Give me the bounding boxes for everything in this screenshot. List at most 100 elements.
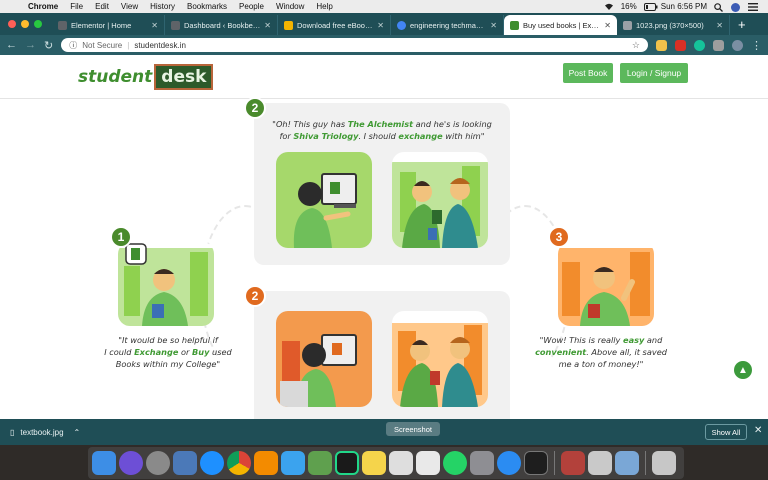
profile-avatar-icon[interactable] (732, 39, 743, 51)
tab-favicon-icon (171, 20, 180, 30)
bookmark-star-icon[interactable]: ☆ (632, 40, 640, 51)
notification-center-icon[interactable] (748, 2, 758, 11)
image-capture-icon[interactable] (615, 451, 639, 475)
step-2b-badge: 2 (244, 285, 266, 307)
address-separator: | (127, 40, 130, 50)
chrome-menu-icon[interactable]: ⋮ (751, 39, 762, 52)
step-2a-quote: "Oh! This guy has The Alchemist and he's… (272, 119, 492, 141)
menu-view[interactable]: View (115, 2, 144, 11)
clock[interactable]: Sun 6:56 PM (661, 2, 707, 11)
tab-title: Buy used books | Exchang (523, 20, 600, 30)
spotlight-search-icon[interactable] (714, 2, 724, 12)
preview-icon[interactable] (173, 451, 197, 475)
step-1-quote: "It would be so helpful if I could Excha… (104, 335, 232, 369)
close-window-button[interactable] (8, 20, 16, 28)
illustration-browsing-laptop (276, 152, 372, 248)
menu-file[interactable]: File (64, 2, 89, 11)
macos-menu-bar: Chrome File Edit View History Bookmarks … (0, 0, 768, 13)
menu-people[interactable]: People (233, 2, 270, 11)
extension-tool-icon[interactable] (713, 39, 724, 51)
security-label[interactable]: Not Secure (82, 41, 122, 50)
tab-elementor[interactable]: Elementor | Home ✕ (52, 15, 165, 35)
menu-bookmarks[interactable]: Bookmarks (181, 2, 233, 11)
dock-separator (554, 451, 555, 475)
tab-title: engineering techmax boo (410, 20, 487, 30)
chevron-up-icon[interactable]: ⌃ (74, 428, 81, 437)
tab-favicon-icon (623, 20, 632, 30)
tab-close-icon[interactable]: ✕ (604, 21, 611, 30)
minimize-window-button[interactable] (21, 20, 29, 28)
tab-close-icon[interactable]: ✕ (377, 21, 384, 30)
post-book-button[interactable]: Post Book (563, 63, 613, 83)
tab-download-ebooks[interactable]: Download free eBooks a ✕ (278, 15, 391, 35)
trash-icon[interactable] (652, 451, 676, 475)
extension-adblock-icon[interactable] (675, 39, 686, 51)
extension-pen-icon[interactable] (656, 39, 667, 51)
back-arrow-icon[interactable]: ← (6, 39, 17, 51)
tab-google-search[interactable]: engineering techmax boo ✕ (391, 15, 504, 35)
step-2a-badge: 2 (244, 97, 266, 119)
dock-tooltip: Screenshot (386, 422, 440, 436)
tab-close-icon[interactable]: ✕ (490, 21, 497, 30)
screenshot-icon[interactable] (416, 451, 440, 475)
tab-title: Dashboard ‹ Bookbecho. (184, 20, 261, 30)
menu-help[interactable]: Help (310, 2, 338, 11)
sublime-icon[interactable] (254, 451, 278, 475)
pycharm-icon[interactable] (335, 451, 359, 475)
illustration-book-exchange-orange (392, 311, 488, 407)
site-header: student desk Post Book Login / Signup (0, 55, 768, 99)
tab-title: 1023.png (370×500) (636, 20, 704, 30)
launchpad-icon[interactable] (146, 451, 170, 475)
menu-app-name[interactable]: Chrome (22, 2, 64, 11)
forward-arrow-icon[interactable]: → (25, 39, 36, 51)
menu-extras: 16% Sun 6:56 PM (604, 2, 768, 12)
safari-icon[interactable] (200, 451, 224, 475)
sequel-pro-icon[interactable] (588, 451, 612, 475)
extension-grammarly-icon[interactable] (694, 39, 705, 51)
tab-close-icon[interactable]: ✕ (151, 21, 158, 30)
xcode-icon[interactable] (281, 451, 305, 475)
download-item[interactable]: ▯ textbook.jpg ⌃ (0, 428, 120, 437)
reload-icon[interactable]: ↻ (44, 39, 53, 52)
url-text[interactable]: studentdesk.in (134, 41, 186, 50)
terminal-icon[interactable] (524, 451, 548, 475)
whatsapp-icon[interactable] (443, 451, 467, 475)
tab-close-icon[interactable]: ✕ (264, 21, 271, 30)
site-logo[interactable]: student desk (78, 64, 214, 90)
notes-icon[interactable] (362, 451, 386, 475)
close-downloads-icon[interactable]: ✕ (754, 425, 762, 436)
file-icon: ▯ (10, 427, 15, 437)
app-store-icon[interactable] (497, 451, 521, 475)
tab-title: Download free eBooks a (297, 20, 374, 30)
tab-image-1023[interactable]: 1023.png (370×500) ✕ (617, 15, 730, 35)
system-preferences-icon[interactable] (470, 451, 494, 475)
tab-dashboard[interactable]: Dashboard ‹ Bookbecho. ✕ (165, 15, 278, 35)
dictionary-icon[interactable] (561, 451, 585, 475)
chrome-icon[interactable] (227, 451, 251, 475)
finder-icon[interactable] (92, 451, 116, 475)
wifi-icon[interactable] (604, 3, 614, 11)
macos-dock (88, 447, 684, 479)
login-signup-button[interactable]: Login / Signup (620, 63, 688, 83)
tab-studentdesk-active[interactable]: Buy used books | Exchang ✕ (504, 15, 617, 35)
info-icon[interactable]: ⓘ (69, 40, 77, 51)
menu-window[interactable]: Window (270, 2, 310, 11)
user-avatar-icon[interactable] (731, 2, 741, 12)
photos-icon[interactable] (389, 451, 413, 475)
downloads-bar: ▯ textbook.jpg ⌃ Show All ✕ (0, 419, 768, 445)
scroll-to-top-button[interactable]: ▲ (734, 361, 752, 379)
menu-history[interactable]: History (144, 2, 181, 11)
dock-separator (645, 451, 646, 475)
logo-text-desk: desk (154, 64, 214, 90)
tab-close-icon[interactable]: ✕ (716, 21, 723, 30)
zoom-window-button[interactable] (34, 20, 42, 28)
step-1-badge: 1 (110, 226, 132, 248)
siri-icon[interactable] (119, 451, 143, 475)
menu-edit[interactable]: Edit (89, 2, 115, 11)
battery-percent[interactable]: 16% (621, 2, 637, 11)
android-studio-icon[interactable] (308, 451, 332, 475)
address-bar[interactable]: ⓘ Not Secure | studentdesk.in ☆ (61, 38, 648, 52)
new-tab-button[interactable]: + (730, 17, 746, 35)
battery-icon[interactable] (643, 2, 658, 11)
show-all-button[interactable]: Show All (705, 424, 747, 440)
